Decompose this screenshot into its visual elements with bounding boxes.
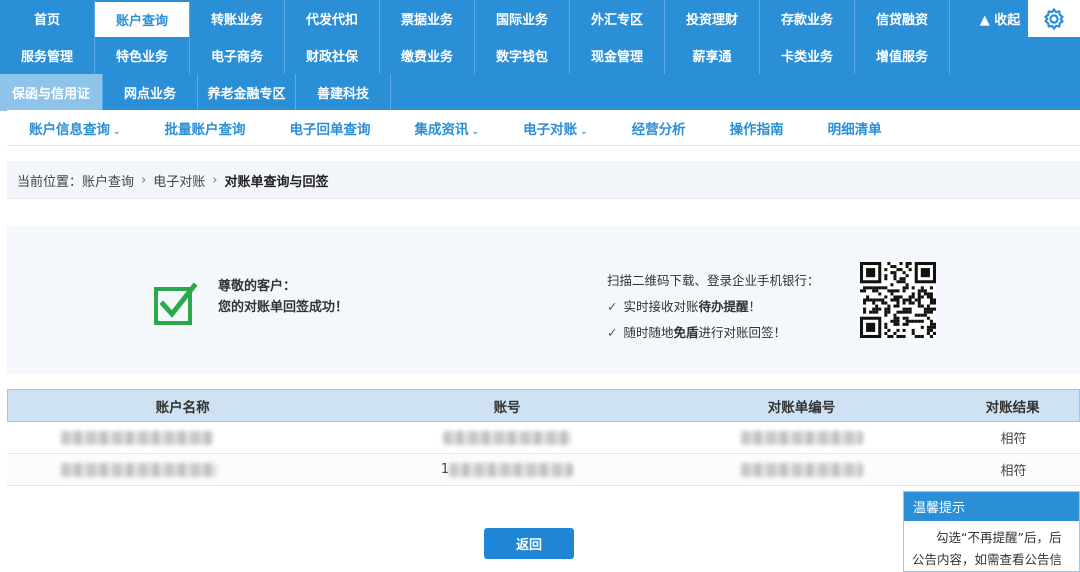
breadcrumb: 当前位置： 账户查询 › 电子对账 › 对账单查询与回签 bbox=[7, 162, 1080, 199]
top-nav: 首页 账户查询 转账业务 代发代扣 票据业务 国际业务 外汇专区 投资理财 存款… bbox=[0, 0, 1080, 111]
nav-transfer[interactable]: 转账业务 bbox=[190, 0, 285, 37]
tip-title: 温馨提示 bbox=[904, 492, 1079, 521]
subnav-account-info[interactable]: 账户信息查询 ⌄ bbox=[7, 118, 143, 138]
sub-nav: 账户信息查询 ⌄ 批量账户查询 电子回单查询 集成资讯 ⌄ 电子对账 ⌄ 经营分析 操… bbox=[7, 110, 1080, 146]
settings-button[interactable] bbox=[1028, 0, 1080, 37]
gear-icon bbox=[1044, 7, 1064, 30]
result-cell: 相符 bbox=[1000, 432, 1027, 447]
nav-investment[interactable]: 投资理财 bbox=[665, 0, 760, 37]
success-check-icon bbox=[154, 282, 197, 325]
nav-home[interactable]: 首页 bbox=[0, 0, 95, 37]
chevron-down-icon: ⌄ bbox=[113, 126, 121, 137]
redacted-text bbox=[443, 430, 571, 445]
subnav-receipt-query[interactable]: 电子回单查询 bbox=[268, 118, 393, 138]
account-no-cell bbox=[357, 430, 657, 445]
success-text: 您的对账单回签成功！ bbox=[218, 300, 349, 315]
breadcrumb-current: 对账单查询与回签 bbox=[224, 175, 329, 190]
account-name-cell bbox=[7, 430, 357, 445]
nav-international[interactable]: 国际业务 bbox=[475, 0, 570, 37]
statement-no-cell bbox=[657, 430, 947, 445]
redacted-text bbox=[449, 462, 574, 477]
nav-row-2: 服务管理 特色业务 电子商务 财政社保 缴费业务 数字钱包 现金管理 薪享通 卡… bbox=[0, 37, 950, 74]
statement-no-cell bbox=[657, 462, 947, 477]
nav-ecommerce[interactable]: 电子商务 bbox=[190, 37, 285, 74]
subnav-integrated-info[interactable]: 集成资讯 ⌄ bbox=[393, 118, 502, 138]
nav-featured[interactable]: 特色业务 bbox=[95, 37, 190, 74]
breadcrumb-separator: › bbox=[212, 173, 218, 188]
nav-bills[interactable]: 票据业务 bbox=[380, 0, 475, 37]
result-cell: 相符 bbox=[1000, 464, 1027, 479]
tip-body: 勾选“不再提醒”后，后公告内容，如需查看公告信息 bbox=[912, 530, 1063, 567]
tip-popup: 温馨提示 勾选“不再提醒”后，后公告内容，如需查看公告信息 bbox=[903, 491, 1080, 572]
qr-code-icon bbox=[860, 262, 936, 338]
breadcrumb-separator: › bbox=[141, 173, 147, 188]
nav-forex[interactable]: 外汇专区 bbox=[570, 0, 665, 37]
redacted-text bbox=[61, 430, 213, 445]
greeting: 尊敬的客户： bbox=[218, 279, 297, 294]
nav-finance-social[interactable]: 财政社保 bbox=[285, 37, 380, 74]
nav-branch[interactable]: 网点业务 bbox=[103, 74, 198, 111]
nav-digital-wallet[interactable]: 数字钱包 bbox=[475, 37, 570, 74]
nav-credit[interactable]: 信贷融资 bbox=[855, 0, 950, 37]
nav-pension[interactable]: 养老金融专区 bbox=[198, 74, 296, 111]
nav-guarantee-lc[interactable]: 保函与信用证 bbox=[0, 74, 103, 111]
promo-point: ✓ 随时随地免盾进行对账回签！ bbox=[607, 325, 787, 340]
redacted-text bbox=[741, 430, 863, 445]
subnav-detail-list[interactable]: 明细清单 bbox=[806, 118, 904, 138]
promo-point: ✓ 实时接收对账待办提醒！ bbox=[607, 299, 762, 314]
chevron-down-icon: ⌄ bbox=[471, 126, 480, 137]
col-account-name: 账户名称 bbox=[155, 399, 210, 416]
nav-row-1: 首页 账户查询 转账业务 代发代扣 票据业务 国际业务 外汇专区 投资理财 存款… bbox=[0, 0, 1050, 37]
result-panel: 尊敬的客户： 您的对账单回签成功！ 扫描二维码下载、登录企业手机银行： ✓ 实时接… bbox=[7, 226, 1080, 374]
nav-payroll[interactable]: 代发代扣 bbox=[285, 0, 380, 37]
col-result: 对账结果 bbox=[985, 399, 1040, 416]
table-row: 1 相符 bbox=[7, 454, 1080, 486]
mobile-promo: 扫描二维码下载、登录企业手机银行： ✓ 实时接收对账待办提醒！ ✓ 随时随地免盾进行… bbox=[607, 268, 820, 346]
nav-payment[interactable]: 缴费业务 bbox=[380, 37, 475, 74]
breadcrumb-prefix: 当前位置： bbox=[17, 175, 83, 190]
subnav-e-reconcile[interactable]: 电子对账 ⌄ bbox=[501, 118, 610, 138]
nav-card[interactable]: 卡类业务 bbox=[760, 37, 855, 74]
success-message: 尊敬的客户： 您的对账单回签成功！ bbox=[218, 276, 348, 318]
nav-salary[interactable]: 薪享通 bbox=[665, 37, 760, 74]
table-header: 账户名称 账号 对账单编号 对账结果 bbox=[7, 389, 1080, 422]
nav-account-query[interactable]: 账户查询 bbox=[95, 0, 190, 37]
redacted-text bbox=[61, 462, 217, 477]
redacted-text bbox=[741, 462, 863, 477]
check-icon: ✓ bbox=[607, 299, 618, 314]
breadcrumb-item[interactable]: 账户查询 bbox=[82, 171, 134, 190]
col-statement-no: 对账单编号 bbox=[767, 399, 836, 416]
check-icon: ✓ bbox=[607, 325, 618, 340]
statement-table: 账户名称 账号 对账单编号 对账结果 相符 1 相符 bbox=[7, 389, 1080, 486]
subnav-analysis[interactable]: 经营分析 bbox=[610, 118, 708, 138]
col-account-no: 账号 bbox=[493, 399, 521, 416]
scan-title: 扫描二维码下载、登录企业手机银行： bbox=[607, 273, 820, 288]
nav-tech[interactable]: 善建科技 bbox=[296, 74, 391, 111]
back-button[interactable]: 返回 bbox=[484, 528, 574, 559]
table-row: 相符 bbox=[7, 422, 1080, 454]
subnav-batch-query[interactable]: 批量账户查询 bbox=[143, 118, 268, 138]
account-no-cell: 1 bbox=[357, 462, 657, 477]
nav-cash-mgmt[interactable]: 现金管理 bbox=[570, 37, 665, 74]
nav-row-3: 保函与信用证 网点业务 养老金融专区 善建科技 bbox=[0, 74, 391, 111]
breadcrumb-item[interactable]: 电子对账 bbox=[153, 171, 205, 190]
chevron-down-icon: ⌄ bbox=[580, 126, 588, 137]
account-name-cell bbox=[7, 462, 357, 477]
nav-deposit[interactable]: 存款业务 bbox=[760, 0, 855, 37]
nav-value-added[interactable]: 增值服务 bbox=[855, 37, 950, 74]
subnav-guide[interactable]: 操作指南 bbox=[708, 118, 806, 138]
nav-service-mgmt[interactable]: 服务管理 bbox=[0, 37, 95, 74]
